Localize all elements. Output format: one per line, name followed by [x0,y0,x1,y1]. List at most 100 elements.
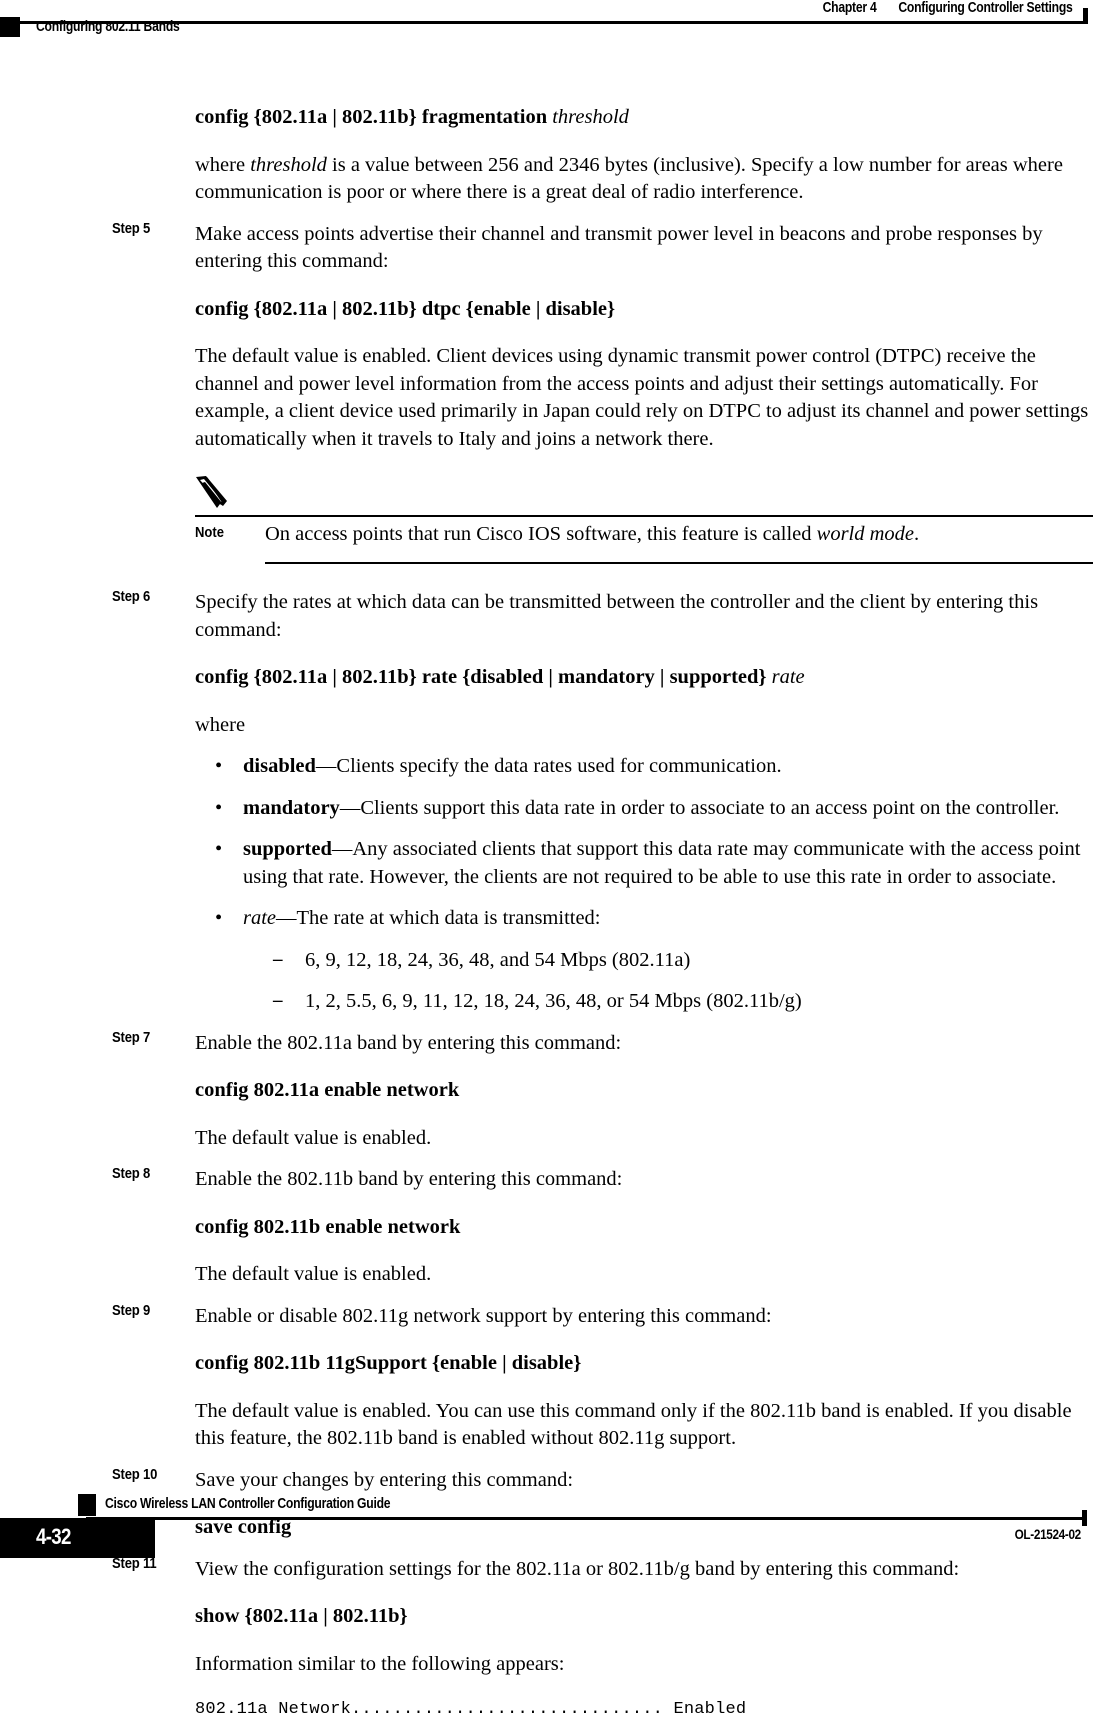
step-7-row: Step 7 Enable the 802.11a band by enteri… [0,1030,1095,1058]
dash-bullet-icon: – [273,948,283,970]
fragmentation-command-row: config {802.11a | 802.11b} fragmentation… [0,104,1095,132]
step-7-description: The default value is enabled. [195,1126,432,1149]
fragmentation-command: config {802.11a | 802.11b} fragmentation… [195,104,1095,132]
bullet-text-mandatory: —Clients support this data rate in order… [339,796,1060,819]
footer-rule-end-cap [1082,1510,1087,1526]
bullet-dot-icon: • [215,907,223,929]
step-5-row: Step 5 Make access points advertise thei… [0,221,1095,276]
step-9-command: config 802.11b 11gSupport {enable | disa… [195,1352,582,1374]
bullet-term-rate: rate [243,907,277,929]
step-11-description: Information similar to the following app… [195,1652,565,1675]
step-11-text: View the configuration settings for the … [195,1557,960,1580]
step-8-command-row: config 802.11b enable network [0,1214,1095,1242]
step-6-where-row: where [0,712,1095,740]
bullet-term-disabled: disabled [243,755,316,777]
dash-bullet-icon: – [273,990,283,1011]
bullet-dot-icon: • [215,838,223,860]
list-item: • rate—The rate at which data is transmit… [195,905,1095,933]
where-prefix: where [195,153,251,176]
bullet-text-rate: —The rate at which data is transmitted: [276,907,601,929]
step-9-command-row: config 802.11b 11gSupport {enable | disa… [0,1350,1095,1378]
step-8-label: Step 8 [112,1166,151,1182]
footer-guide-title: Cisco Wireless LAN Controller Configurat… [105,1496,391,1512]
step-7-description-row: The default value is enabled. [0,1125,1095,1153]
note-text-suffix: . [914,523,920,545]
step-7-text: Enable the 802.11a band by entering this… [195,1031,622,1054]
pencil-note-icon [193,475,237,511]
bullet-text-disabled: —Clients specify the data rates used for… [315,755,782,777]
step-5-command: config {802.11a | 802.11b} dtpc {enable … [195,297,616,320]
header-section-title: Configuring 802.11 Bands [36,19,180,35]
step-7-command-row: config 802.11a enable network [0,1077,1095,1105]
step-6-where-label: where [195,713,246,736]
step-11-command-row: show {802.11a | 802.11b} [0,1603,1095,1631]
list-item: –6, 9, 12, 18, 24, 36, 48, and 54 Mbps (… [195,947,1095,975]
note-top-rule [195,515,1093,517]
step-9-label: Step 9 [112,1302,151,1319]
step-6-text: Specify the rates at which data can be t… [195,591,1039,641]
note-label: Note [195,525,225,541]
bullet-term-mandatory: mandatory [243,796,340,819]
step-5-description-row: The default value is enabled. Client dev… [0,343,1095,453]
step-6-command: config {802.11a | 802.11b} rate {disable… [195,664,1095,692]
cli-output-row: 802.11a Network.........................… [0,1698,1095,1722]
bullet-dot-icon: • [215,755,223,777]
list-item: • supported—Any associated clients that s… [195,836,1095,891]
sub-item-rates-11bg: 1, 2, 5.5, 6, 9, 11, 12, 18, 24, 36, 48,… [305,990,802,1012]
step-9-text: Enable or disable 802.11g network suppor… [195,1304,772,1327]
header-chapter-title: Configuring Controller Settings [898,0,1073,16]
step-8-description-row: The default value is enabled. [0,1261,1095,1289]
header-rule-end-cap [1083,8,1088,24]
step-5-label: Step 5 [112,220,151,237]
note-text-italic: world mode [816,523,915,545]
cli-output-line: 802.11a Network.........................… [195,1700,747,1719]
header-chapter-info: Chapter 4 Configuring Controller Settings [823,0,1073,16]
footer-marker-block [78,1494,96,1516]
step-6-label: Step 6 [112,589,151,605]
bullet-text-supported: —Any associated clients that support thi… [243,838,1081,888]
frag-config-keyword: config [195,106,249,128]
step-8-command: config 802.11b enable network [195,1215,461,1238]
header-chapter-number: Chapter 4 [823,0,877,16]
note-bottom-rule [265,562,1093,564]
step-9-description-row: The default value is enabled. You can us… [0,1398,1095,1453]
fragmentation-where-row: where threshold is a value between 256 a… [0,152,1095,207]
step-8-row: Step 8 Enable the 802.11b band by enteri… [0,1166,1095,1194]
footer-page-number-box [0,1518,155,1558]
footer-page-number: 4-32 [36,1524,71,1549]
footer-rule [86,1517,1086,1520]
step-7-command: config 802.11a enable network [195,1079,460,1101]
step-5-command-row: config {802.11a | 802.11b} dtpc {enable … [0,296,1095,324]
fragmentation-where-text: where threshold is a value between 256 a… [195,152,1095,207]
frag-argument: threshold [552,106,629,128]
step-5-text: Make access points advertise their chann… [195,222,1043,273]
step-7-label: Step 7 [112,1029,151,1046]
bullet-term-supported: supported [243,838,332,860]
header-marker-block [0,17,20,37]
step-9-row: Step 9 Enable or disable 802.11g network… [0,1303,1095,1331]
step-11-row: Step 11 View the configuration settings … [0,1556,1095,1584]
step-6-command-arg: rate [771,666,805,688]
where-italic-term: threshold [250,153,327,176]
frag-bands: {802.11a | 802.11b} [253,106,417,128]
bullet-dot-icon: • [215,796,223,819]
step-8-description: The default value is enabled. [195,1263,432,1285]
sub-item-rates-11a: 6, 9, 12, 18, 24, 36, 48, and 54 Mbps (8… [305,948,691,971]
note-block: Note On access points that run Cisco IOS… [0,473,1095,569]
step-6-row: Step 6 Specify the rates at which data c… [0,589,1095,644]
step-6-command-row: config {802.11a | 802.11b} rate {disable… [0,664,1095,692]
step-11-description-row: Information similar to the following app… [0,1651,1095,1679]
page-header: Chapter 4 Configuring Controller Settings… [0,0,1095,46]
list-item: • mandatory—Clients support this data rat… [195,795,1095,823]
step-9-description: The default value is enabled. You can us… [195,1399,1072,1450]
step-8-text: Enable the 802.11b band by entering this… [195,1168,623,1190]
note-text-prefix: On access points that run Cisco IOS soft… [265,523,817,545]
step-11-command: show {802.11a | 802.11b} [195,1605,408,1627]
step-5-description: The default value is enabled. Client dev… [195,345,1089,450]
list-item: – 1, 2, 5.5, 6, 9, 11, 12, 18, 24, 36, 48… [195,988,1095,1016]
footer-document-id: OL-21524-02 [1014,1526,1082,1542]
page-footer: Cisco Wireless LAN Controller Configurat… [0,1470,1095,1558]
step-6-command-main: config {802.11a | 802.11b} rate {disable… [195,666,772,688]
list-item: • disabled—Clients specify the data rates… [195,753,1095,781]
note-text: On access points that run Cisco IOS soft… [265,521,1093,549]
